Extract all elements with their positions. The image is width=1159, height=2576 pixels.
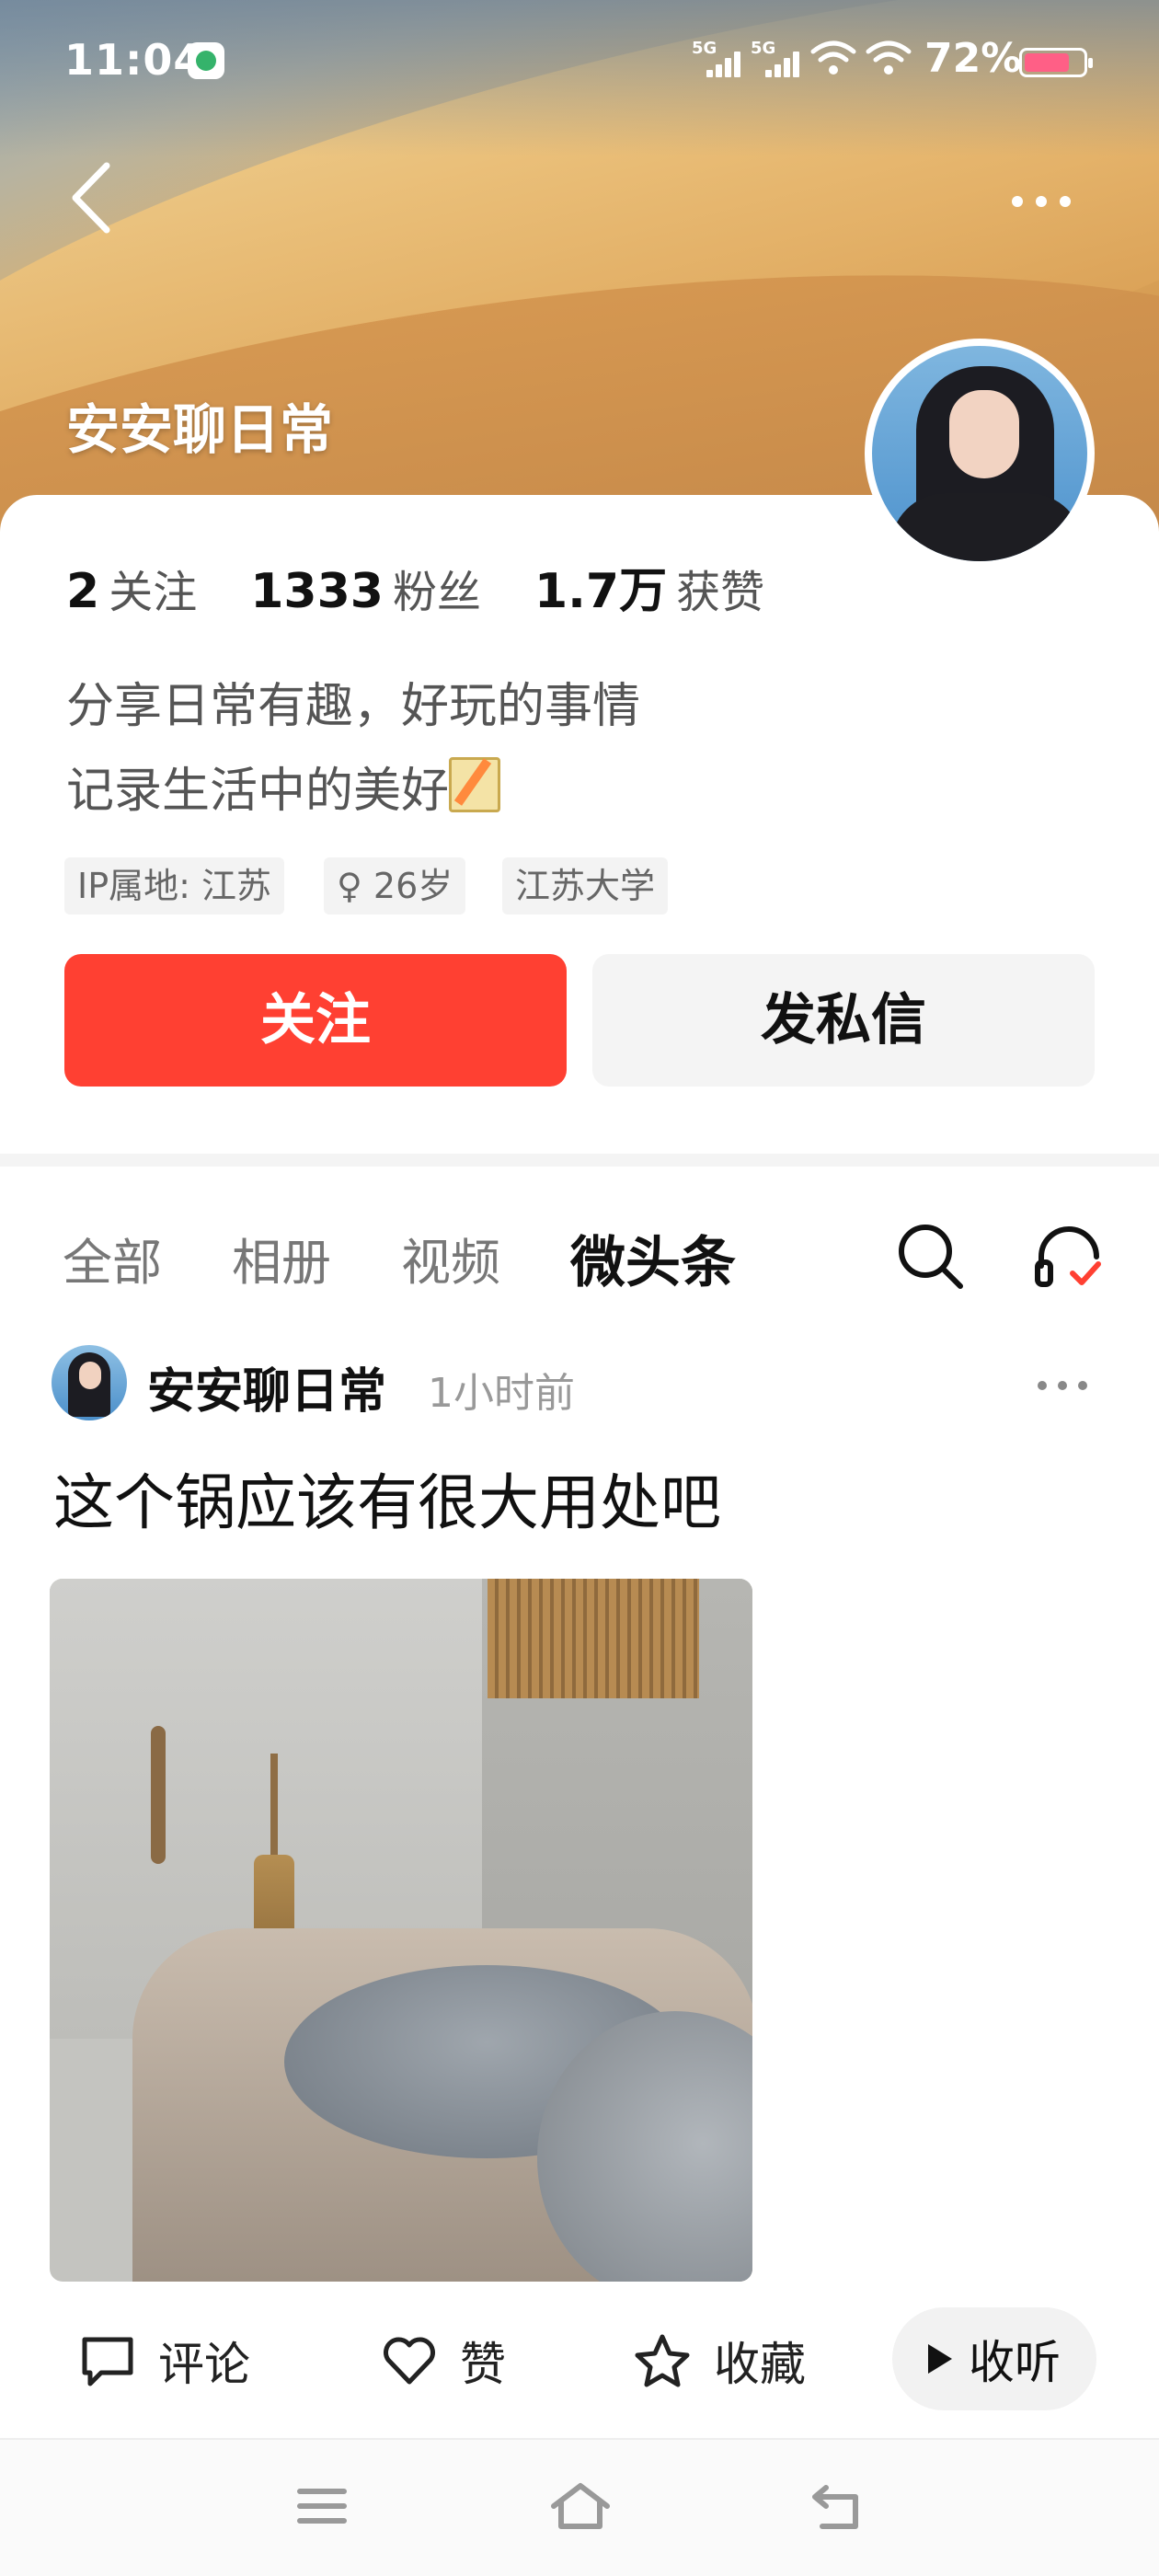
stat-followers[interactable]: 1333 粉丝 <box>250 556 481 620</box>
stat-likes[interactable]: 1.7万 获赞 <box>534 552 764 621</box>
like-label: 赞 <box>460 2338 506 2391</box>
post-more-icon[interactable] <box>1038 1376 1098 1394</box>
more-options-icon[interactable] <box>1012 193 1084 211</box>
send-message-button[interactable]: 发私信 <box>592 954 1095 1087</box>
favorite-button[interactable]: 收藏 <box>633 2328 806 2394</box>
tab-album[interactable]: 相册 <box>232 1222 331 1294</box>
signal-bars-icon <box>765 50 802 77</box>
battery-percent: 72% <box>924 35 1022 82</box>
signal-bars-icon <box>706 50 743 77</box>
post-image[interactable] <box>50 1579 752 2282</box>
comment-icon <box>82 2337 133 2386</box>
search-icon[interactable] <box>894 1220 968 1294</box>
status-time: 11:04 <box>64 35 204 85</box>
bio-line-2: 记录生活中的美好 <box>66 764 450 819</box>
tab-micro-headline[interactable]: 微头条 <box>570 1218 736 1298</box>
wifi-icon <box>866 40 912 75</box>
menu-icon[interactable] <box>296 2484 348 2528</box>
profile-avatar[interactable] <box>865 339 1095 569</box>
like-button[interactable]: 赞 <box>381 2328 506 2394</box>
stat-following[interactable]: 2 关注 <box>66 556 197 620</box>
post-author-name[interactable]: 安安聊日常 <box>147 1352 386 1421</box>
profile-bio: 分享日常有趣，好玩的事情 记录生活中的美好 <box>66 664 640 834</box>
home-icon[interactable] <box>548 2480 613 2532</box>
memo-emoji-icon <box>449 757 501 812</box>
follow-button[interactable]: 关注 <box>64 954 567 1087</box>
heart-icon <box>384 2337 435 2385</box>
tag-school: 江苏大学 <box>502 857 669 914</box>
headphone-icon[interactable] <box>1032 1220 1106 1294</box>
tag-gender-age: ♀ 26岁 <box>324 857 466 914</box>
tab-video[interactable]: 视频 <box>401 1222 500 1294</box>
app-notification-icon <box>188 42 224 79</box>
post-author-avatar[interactable] <box>52 1345 127 1420</box>
comment-label: 评论 <box>158 2338 250 2391</box>
tag-ip-location: IP属地: 江苏 <box>64 857 285 914</box>
back-arrow-icon[interactable] <box>64 156 120 239</box>
bio-line-1: 分享日常有趣，好玩的事情 <box>66 679 641 734</box>
profile-name: 安安聊日常 <box>66 398 334 461</box>
comment-button[interactable]: 评论 <box>79 2328 250 2394</box>
favorite-label: 收藏 <box>714 2338 806 2391</box>
post-time: 1小时前 <box>428 1370 575 1417</box>
back-nav-icon[interactable] <box>809 2482 866 2532</box>
listen-button[interactable]: 收听 <box>892 2307 1096 2410</box>
wifi-data-icon <box>810 40 856 75</box>
post-text[interactable]: 这个锅应该有很大用处吧 <box>53 1454 721 1542</box>
battery-icon <box>1019 48 1093 77</box>
signal-2: 5G <box>751 39 799 77</box>
play-icon <box>928 2344 952 2374</box>
signal-1: 5G <box>692 39 740 77</box>
listen-label: 收听 <box>969 2336 1061 2389</box>
section-divider <box>0 1154 1159 1167</box>
star-icon <box>635 2334 690 2387</box>
profile-stats: 2 关注 1333 粉丝 1.7万 获赞 <box>66 552 818 621</box>
tab-all[interactable]: 全部 <box>63 1222 162 1294</box>
